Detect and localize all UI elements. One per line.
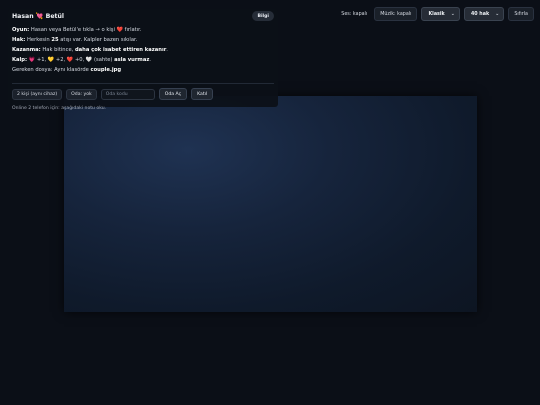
game-board[interactable] (64, 96, 477, 312)
room-code-input[interactable]: Oda kodu (100, 88, 155, 100)
sound-toggle-button[interactable]: Ses: kapalı (338, 7, 370, 21)
panel-title: Hasan 💘 Betül (12, 13, 65, 20)
rule-line: Gereken dosya: Aynı klasörde couple.jpg (12, 65, 274, 75)
shots-select[interactable]: 40 hak ⌄ (463, 7, 505, 21)
join-room-button[interactable]: Katıl (191, 88, 214, 100)
rule-line: Kazanma: Hak bitince, daha çok isabet et… (12, 45, 274, 55)
room-status-chip: Oda: yok (66, 88, 97, 100)
rule-emphasis: daha çok isabet ettiren kazanır (74, 47, 167, 53)
divider (12, 83, 274, 84)
rule-label: Oyun: (12, 27, 30, 33)
rule-text: Herkesin (25, 37, 52, 43)
rules-list: Oyun: Hasan veya Betül'e tıkla → o kişi … (12, 25, 274, 75)
info-panel: Hasan 💘 Betül Bilgi Oyun: Hasan veya Bet… (8, 9, 278, 111)
reset-button[interactable]: Sıfırla (508, 7, 534, 21)
rule-label: Kazanma: (12, 47, 41, 53)
rule-text: atışı var. Kalpler bazen sıkılar. (58, 37, 138, 43)
mode-select-value: Klasik (428, 11, 445, 17)
room-controls: 2 kişi (aynı cihaz) Oda: yok Oda kodu Od… (12, 88, 214, 100)
rule-text: Gereken dosya: Aynı klasörde (12, 67, 91, 73)
chevron-down-icon: ⌄ (450, 11, 455, 17)
top-toolbar: Ses: kapalı Müzik: kapalı Klasik ⌄ 40 ha… (338, 7, 534, 21)
rule-line: Kalp: 💗 +1, 💛 +2, ❤️ +0, 🤍 (sahte) asla … (12, 55, 274, 65)
rule-text: . (149, 57, 151, 63)
rule-emphasis: asla vurmaz (114, 57, 150, 63)
chevron-down-icon: ⌄ (495, 11, 500, 17)
rule-text: Hasan veya Betül'e tıkla → o kişi ❤️ fır… (29, 27, 142, 33)
music-toggle-button[interactable]: Müzik: kapalı (374, 7, 418, 21)
mode-chip[interactable]: 2 kişi (aynı cihaz) (12, 88, 63, 100)
online-note: Online 2 telefon için: aşağıdaki notu ok… (12, 106, 107, 111)
rule-label: Hak: (12, 37, 26, 43)
rule-label: Kalp: (12, 57, 28, 63)
info-button[interactable]: Bilgi (252, 11, 274, 21)
rule-text: . (166, 47, 168, 53)
mode-select[interactable]: Klasik ⌄ (421, 7, 460, 21)
rule-line: Hak: Herkesin 25 atışı var. Kalpler baze… (12, 35, 274, 45)
rule-emphasis: couple.jpg (90, 67, 122, 73)
shots-select-value: 40 hak (470, 11, 490, 17)
rule-line: Oyun: Hasan veya Betül'e tıkla → o kişi … (12, 25, 274, 35)
create-room-button[interactable]: Oda Aç (158, 88, 188, 100)
rule-text: Hak bitince, (40, 47, 75, 53)
rule-text: 💗 +1, 💛 +2, ❤️ +0, 🤍 (sahte) (27, 57, 115, 63)
rule-emphasis: 25 (51, 37, 59, 43)
